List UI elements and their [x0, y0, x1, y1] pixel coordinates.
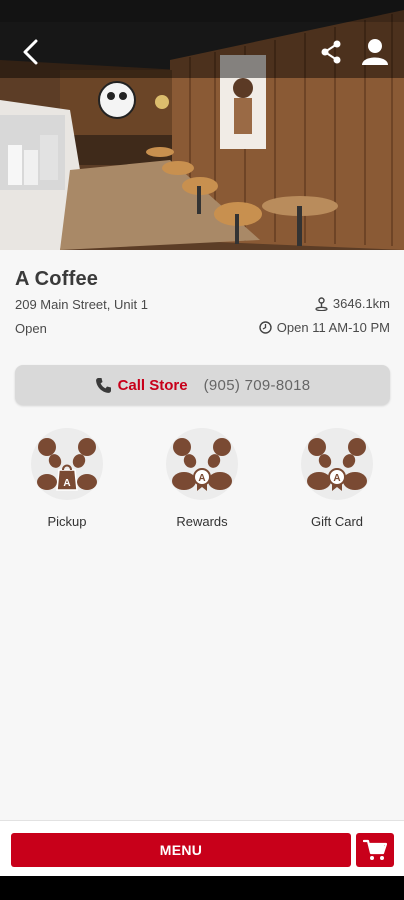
panda-badge-icon: A — [307, 438, 367, 491]
call-store-button[interactable]: Call Store (905) 709-8018 — [15, 365, 390, 405]
location-pin-icon — [315, 296, 328, 311]
share-icon — [321, 40, 341, 64]
cart-icon — [363, 839, 387, 860]
share-button[interactable] — [316, 36, 346, 68]
rewards-icon-circle: A — [166, 428, 238, 500]
pickup-label: Pickup — [47, 514, 87, 529]
profile-button[interactable] — [358, 34, 392, 68]
user-icon — [362, 39, 388, 65]
store-hours: Open 11 AM-10 PM — [259, 320, 390, 335]
cart-button[interactable] — [356, 833, 394, 867]
store-phone-number: (905) 709-8018 — [203, 376, 311, 394]
feature-shortcuts: A Pickup A Rewards A Gift Card — [0, 428, 404, 538]
panda-badge-icon: A — [172, 438, 232, 491]
gift-card-button[interactable]: A Gift Card — [282, 428, 392, 529]
gift-card-label: Gift Card — [310, 514, 363, 529]
svg-text:A: A — [63, 478, 70, 489]
svg-text:A: A — [333, 473, 340, 484]
chevron-left-icon — [23, 39, 38, 65]
call-store-label: Call Store — [117, 376, 188, 394]
rewards-label: Rewards — [176, 514, 228, 529]
store-distance: 3646.1km — [315, 296, 390, 311]
bottom-action-bar: MENU — [0, 820, 404, 876]
pickup-icon-circle: A — [31, 428, 103, 500]
hours-text: Open 11 AM-10 PM — [276, 320, 390, 335]
distance-text: 3646.1km — [332, 296, 390, 311]
menu-button[interactable]: MENU — [11, 833, 351, 867]
store-detail-screen: A Coffee 209 Main Street, Unit 1 3646.1k… — [0, 0, 404, 900]
store-name: A Coffee — [15, 268, 99, 290]
phone-icon — [95, 377, 111, 393]
panda-bag-icon: A — [37, 438, 97, 491]
gift-card-icon-circle: A — [301, 428, 373, 500]
rewards-button[interactable]: A Rewards — [147, 428, 257, 529]
clock-icon — [259, 321, 272, 334]
status-bar — [0, 0, 404, 22]
svg-text:A: A — [198, 473, 205, 484]
store-address: 209 Main Street, Unit 1 — [15, 297, 148, 312]
open-status: Open — [15, 321, 47, 336]
pickup-button[interactable]: A Pickup — [12, 428, 122, 529]
system-navigation-bar — [0, 876, 404, 900]
back-button[interactable] — [14, 36, 46, 68]
